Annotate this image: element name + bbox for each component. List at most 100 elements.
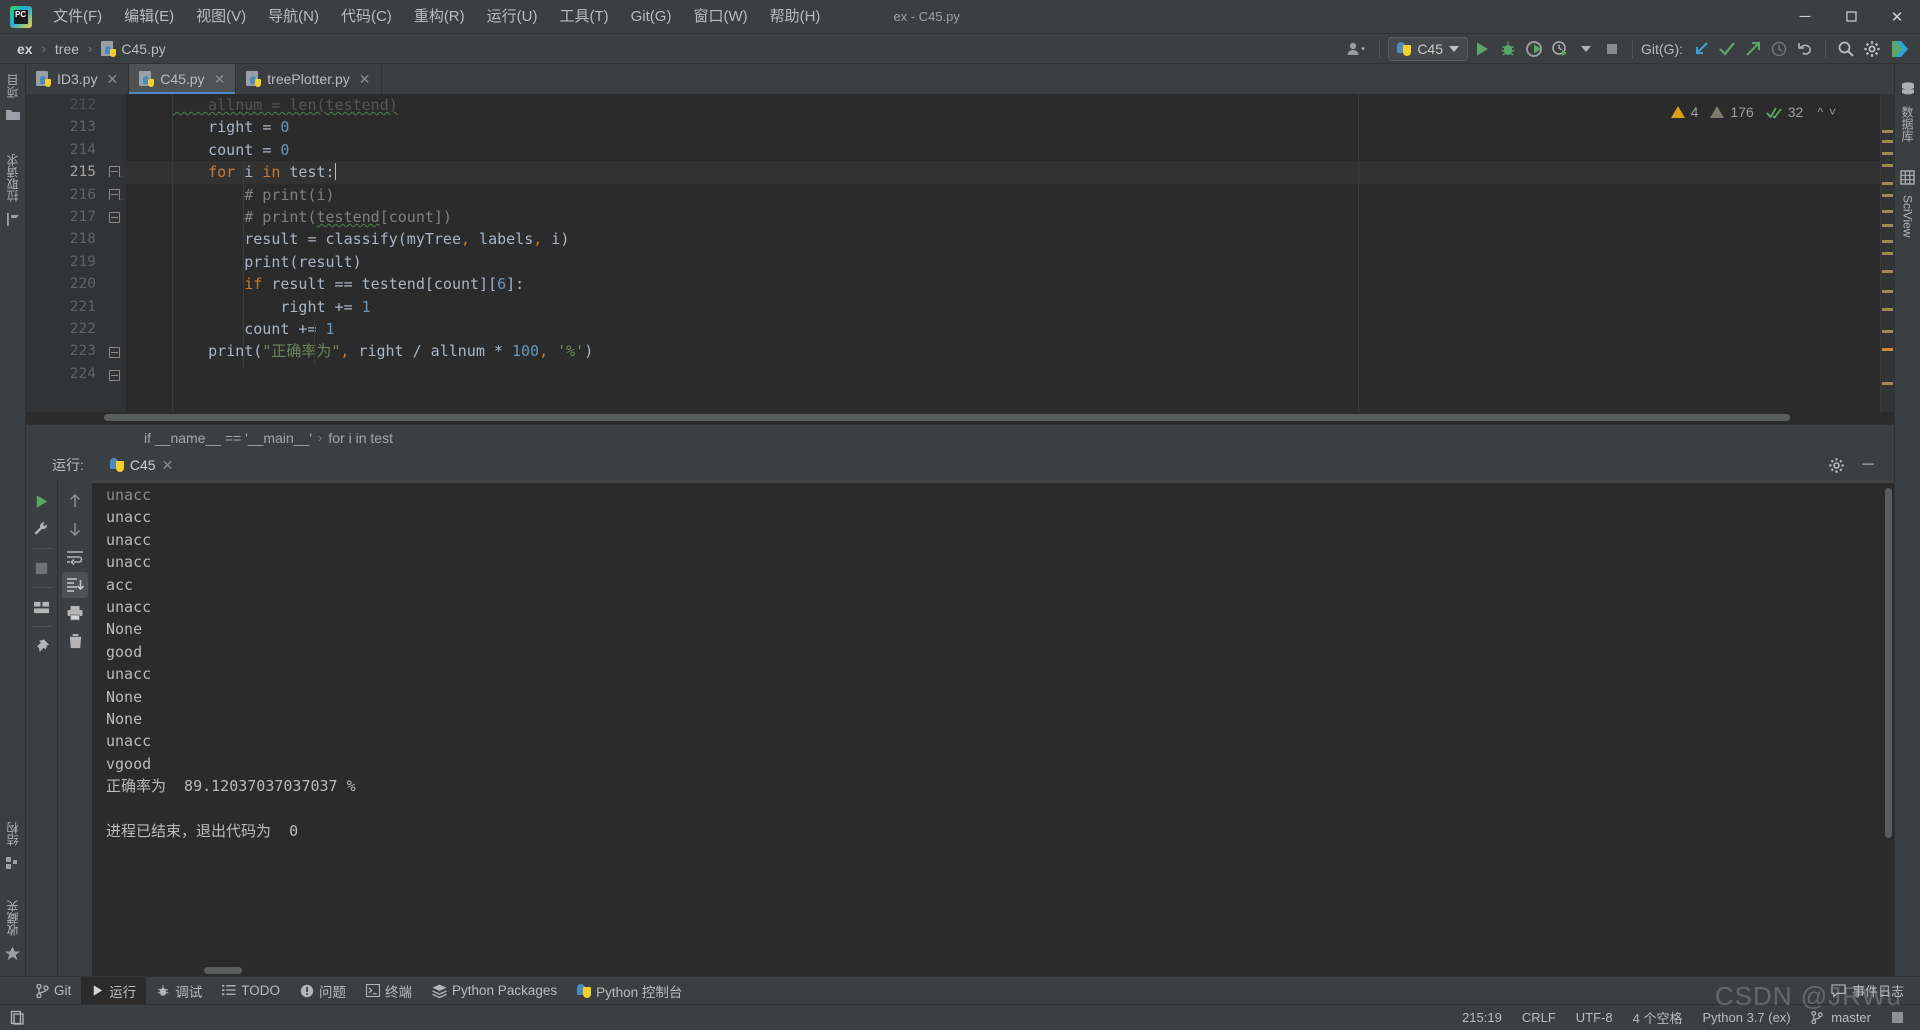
editor-marker-bar[interactable] (1880, 94, 1894, 412)
hide-run-tool-window-button[interactable]: ─ (1856, 453, 1880, 477)
layout-settings-button[interactable] (29, 594, 55, 620)
close-run-tab-icon[interactable]: ✕ (162, 457, 174, 474)
run-tab-c45[interactable]: C45 ✕ (102, 454, 181, 477)
search-everywhere-button[interactable] (1834, 37, 1858, 61)
chevron-down-icon[interactable]: ˅ (1829, 105, 1836, 119)
caret-position[interactable]: 215:19 (1462, 1010, 1502, 1025)
breadcrumb-item-project[interactable]: ex (12, 40, 38, 58)
maximize-button[interactable] (1828, 0, 1874, 34)
tool-window-run[interactable]: 运行 (81, 977, 147, 1004)
run-button[interactable] (1470, 37, 1494, 61)
git-commit-button[interactable] (1715, 37, 1739, 61)
minimize-button[interactable]: ─ (1782, 0, 1828, 34)
tool-window-terminal[interactable]: 终端 (356, 977, 422, 1004)
tool-window-debug[interactable]: 调试 (146, 977, 212, 1004)
git-push-button[interactable] (1741, 37, 1765, 61)
git-update-button[interactable] (1689, 37, 1713, 61)
sidebar-item-project[interactable]: 项目 (0, 64, 25, 126)
edit-configuration-button[interactable] (29, 516, 55, 542)
tool-window-python-console[interactable]: Python 控制台 (567, 977, 692, 1004)
run-with-coverage-button[interactable] (1522, 37, 1546, 61)
profile-dropdown-button[interactable] (1574, 37, 1598, 61)
close-tab-icon[interactable]: ✕ (359, 71, 371, 88)
print-button[interactable] (62, 600, 88, 626)
console-horizontal-scrollbar[interactable] (204, 967, 242, 974)
tool-window-todo[interactable]: TODO (212, 977, 290, 1004)
console-output[interactable]: unacc unacc unacc unacc acc unacc None g… (92, 480, 1894, 976)
menu-refactor[interactable]: 重构(R) (403, 3, 476, 31)
breadcrumb-item-folder[interactable]: tree (50, 40, 84, 58)
rerun-button[interactable] (29, 488, 55, 514)
menu-navigate[interactable]: 导航(N) (257, 3, 330, 31)
console-vertical-scrollbar[interactable] (1885, 488, 1892, 838)
editor-tab-c45[interactable]: C45.py ✕ (129, 64, 237, 94)
fold-marker[interactable] (109, 212, 120, 223)
close-tab-icon[interactable]: ✕ (106, 71, 118, 88)
editor-tab-id3[interactable]: ID3.py ✕ (26, 64, 130, 94)
close-button[interactable]: ✕ (1874, 0, 1920, 34)
tool-window-python-packages[interactable]: Python Packages (422, 977, 567, 1004)
event-log-button[interactable]: 事件日志 (1831, 981, 1920, 1000)
fold-marker[interactable] (109, 166, 120, 177)
git-branch-widget[interactable]: master (1810, 1010, 1871, 1025)
run-actions-toolbar (26, 480, 58, 976)
user-account-button[interactable] (1343, 37, 1371, 61)
context-crumb-function[interactable]: if __name__ == '__main__' (144, 430, 312, 446)
git-rollback-button[interactable] (1793, 37, 1817, 61)
menu-git[interactable]: Git(G) (620, 3, 683, 31)
sidebar-item-database[interactable]: 数据库 (1895, 78, 1920, 152)
soft-wrap-button[interactable] (62, 544, 88, 570)
code-line: # print(testend[count]) (244, 207, 452, 226)
breadcrumb-item-file[interactable]: C45.py (96, 40, 170, 58)
scroll-to-end-button[interactable] (62, 572, 88, 598)
context-crumb-loop[interactable]: for i in test (328, 430, 393, 446)
fold-marker[interactable] (109, 370, 120, 381)
close-tab-icon[interactable]: ✕ (214, 71, 226, 88)
file-encoding[interactable]: UTF-8 (1576, 1010, 1613, 1025)
clear-all-button[interactable] (62, 628, 88, 654)
menu-run[interactable]: 运行(U) (476, 3, 549, 31)
menu-tools[interactable]: 工具(T) (548, 3, 619, 31)
menu-window[interactable]: 窗口(W) (682, 3, 758, 31)
menu-help[interactable]: 帮助(H) (759, 3, 832, 31)
editor-tab-treeplotter[interactable]: treePlotter.py ✕ (236, 64, 382, 94)
menu-edit[interactable]: 编辑(E) (113, 3, 185, 31)
inspection-widget[interactable]: 4 176 32 ^ ˅ (1670, 104, 1836, 120)
editor-horizontal-scrollbar[interactable] (26, 412, 1894, 424)
stop-button[interactable] (29, 555, 55, 581)
fold-marker[interactable] (109, 347, 120, 358)
navigation-bar: ex › tree › C45.py C45 Git(G): (0, 34, 1920, 64)
editor-tab-label: C45.py (160, 71, 205, 87)
line-separator[interactable]: CRLF (1522, 1010, 1556, 1025)
menu-file[interactable]: 文件(F) (42, 3, 113, 31)
python-interpreter[interactable]: Python 3.7 (ex) (1702, 1010, 1790, 1025)
chevron-up-icon[interactable]: ^ (1817, 105, 1823, 119)
right-tool-stripe: 数据库 SciView (1894, 64, 1920, 976)
run-configuration-selector[interactable]: C45 (1388, 36, 1468, 61)
memory-indicator[interactable] (1891, 1011, 1904, 1024)
fold-marker[interactable] (109, 189, 120, 200)
settings-button[interactable] (1860, 37, 1884, 61)
sidebar-item-sciview[interactable]: SciView (1895, 166, 1920, 247)
profile-button[interactable] (1548, 37, 1572, 61)
sidebar-item-favorites[interactable]: 收藏夹 (0, 890, 25, 966)
run-tool-settings-button[interactable] (1824, 453, 1848, 477)
sidebar-item-structure[interactable]: 结构 (0, 812, 25, 874)
down-stacktrace-button[interactable] (62, 516, 88, 542)
code-editor[interactable]: 212 213 214 215 216 217 218 219 220 221 … (26, 94, 1894, 412)
console-line-exit: 进程已结束，退出代码为 0 (106, 821, 299, 840)
up-stacktrace-button[interactable] (62, 488, 88, 514)
indent-setting[interactable]: 4 个空格 (1633, 1008, 1683, 1027)
sidebar-item-pull-requests[interactable]: 拉取请求 (0, 144, 25, 231)
stop-button[interactable] (1600, 37, 1624, 61)
debug-button[interactable] (1496, 37, 1520, 61)
menu-view[interactable]: 视图(V) (185, 3, 257, 31)
pin-tab-button[interactable] (29, 633, 55, 659)
code-folding-gutter[interactable] (104, 94, 126, 412)
code-text[interactable]: allnum = len(testend) right = 0 count = … (126, 94, 1894, 412)
tool-window-problems[interactable]: 问题 (290, 977, 356, 1004)
datalore-button[interactable] (1886, 37, 1912, 61)
tool-window-git[interactable]: Git (26, 977, 81, 1004)
menu-code[interactable]: 代码(C) (330, 3, 403, 31)
git-history-button[interactable] (1767, 37, 1791, 61)
